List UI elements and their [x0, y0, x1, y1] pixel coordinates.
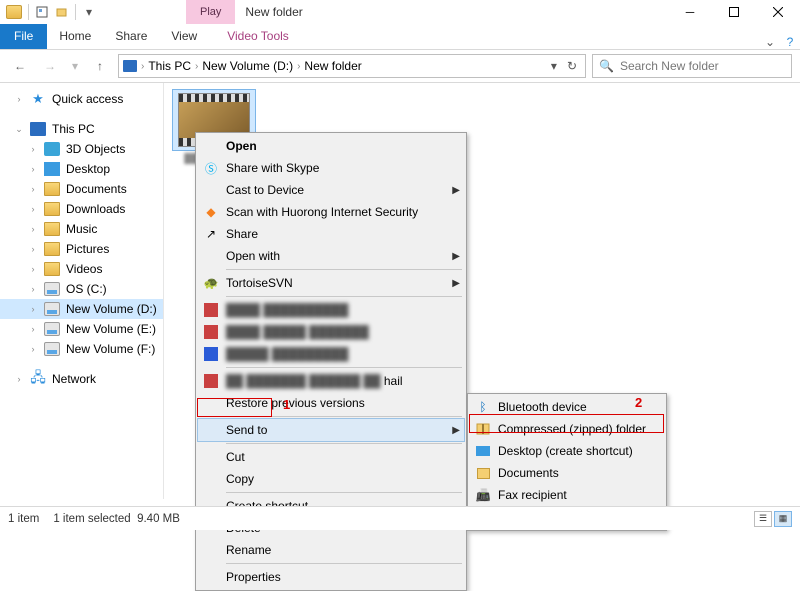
- close-button[interactable]: [756, 0, 800, 24]
- pc-icon: [123, 60, 137, 72]
- folder-icon: [6, 5, 22, 19]
- search-icon: 🔍: [599, 59, 614, 73]
- tab-home[interactable]: Home: [47, 23, 103, 49]
- address-bar[interactable]: › This PC› New Volume (D:)› New folder ▾…: [118, 54, 586, 78]
- sidebar-item-videos[interactable]: ›Videos: [0, 259, 163, 279]
- view-large-icons-button[interactable]: ▦: [774, 511, 792, 527]
- window-title: New folder: [245, 5, 302, 19]
- sidebar-item-volume-d[interactable]: ›New Volume (D:): [0, 299, 163, 319]
- ribbon: File Home Share View Video Tools ⌄ ?: [0, 24, 800, 50]
- sidebar-item-pictures[interactable]: ›Pictures: [0, 239, 163, 259]
- drive-icon: [44, 322, 60, 336]
- contextual-tab-play[interactable]: Play: [186, 0, 235, 24]
- sidebar-item-os-c[interactable]: ›OS (C:): [0, 279, 163, 299]
- drive-icon: [44, 342, 60, 356]
- tab-share[interactable]: Share: [103, 23, 159, 49]
- network-icon: 🖧: [30, 372, 46, 386]
- ctx-cast[interactable]: Cast to Device▶: [198, 179, 464, 201]
- title-bar: ▾ Play New folder ─: [0, 0, 800, 24]
- folder-icon: [44, 262, 60, 276]
- ctx-copy[interactable]: Copy: [198, 468, 464, 490]
- sidebar-item-volume-e[interactable]: ›New Volume (E:): [0, 319, 163, 339]
- shield-icon: ◆: [203, 204, 219, 220]
- ctx-huorong[interactable]: ◆Scan with Huorong Internet Security: [198, 201, 464, 223]
- sendto-fax[interactable]: 📠Fax recipient: [470, 484, 664, 506]
- ctx-share-skype[interactable]: ⓈShare with Skype: [198, 157, 464, 179]
- sidebar-item-music[interactable]: ›Music: [0, 219, 163, 239]
- sendto-desktop[interactable]: Desktop (create shortcut): [470, 440, 664, 462]
- sidebar-item-desktop[interactable]: ›Desktop: [0, 159, 163, 179]
- qat-dropdown-icon[interactable]: ▾: [82, 5, 96, 19]
- search-placeholder: Search New folder: [620, 59, 719, 73]
- sidebar-item-volume-f[interactable]: ›New Volume (F:): [0, 339, 163, 359]
- desktop-icon: [44, 162, 60, 176]
- ctx-blurred-3[interactable]: █████ █████████: [198, 343, 464, 365]
- ribbon-expand-icon[interactable]: ⌄: [760, 35, 780, 49]
- file-tab[interactable]: File: [0, 23, 47, 49]
- annotation-box-1: [197, 398, 272, 417]
- drive-icon: [44, 302, 60, 316]
- ctx-tortoise[interactable]: 🐢TortoiseSVN▶: [198, 272, 464, 294]
- ctx-properties[interactable]: Properties: [198, 566, 464, 588]
- forward-button[interactable]: →: [38, 54, 62, 78]
- ctx-send-to[interactable]: Send to▶: [198, 419, 464, 441]
- new-folder-icon[interactable]: [55, 5, 69, 19]
- dropdown-icon[interactable]: ▾: [547, 59, 561, 73]
- pc-icon: [30, 122, 46, 136]
- sidebar-item-quick-access[interactable]: ›★Quick access: [0, 89, 163, 109]
- tortoise-icon: 🐢: [203, 275, 219, 291]
- sidebar-item-3d-objects[interactable]: ›3D Objects: [0, 139, 163, 159]
- tab-view[interactable]: View: [159, 23, 209, 49]
- help-icon[interactable]: ?: [780, 35, 800, 49]
- maximize-button[interactable]: [712, 0, 756, 24]
- star-icon: ★: [30, 92, 46, 106]
- status-count: 1 item: [8, 513, 39, 525]
- sidebar-item-this-pc[interactable]: ⌄This PC: [0, 119, 163, 139]
- sidebar-item-downloads[interactable]: ›Downloads: [0, 199, 163, 219]
- sidebar-item-network[interactable]: ›🖧Network: [0, 369, 163, 389]
- skype-icon: Ⓢ: [203, 160, 219, 176]
- tab-video-tools[interactable]: Video Tools: [215, 23, 301, 49]
- up-button[interactable]: ↑: [88, 54, 112, 78]
- crumb-volume-d[interactable]: New Volume (D:)›: [202, 59, 300, 73]
- address-row: ← → ▾ ↑ › This PC› New Volume (D:)› New …: [0, 50, 800, 82]
- properties-icon[interactable]: [35, 5, 49, 19]
- ctx-open[interactable]: Open: [198, 135, 464, 157]
- ctx-cut[interactable]: Cut: [198, 446, 464, 468]
- sendto-documents[interactable]: Documents: [470, 462, 664, 484]
- folder-icon: [44, 202, 60, 216]
- annotation-label-1: 1: [283, 397, 290, 412]
- folder-icon: [44, 222, 60, 236]
- annotation-label-2: 2: [635, 395, 642, 410]
- ctx-share[interactable]: ↗Share: [198, 223, 464, 245]
- desktop-icon: [476, 446, 490, 456]
- crumb-new-folder[interactable]: New folder: [304, 59, 361, 73]
- status-bar: 1 item 1 item selected 9.40 MB ☰ ▦: [0, 506, 800, 530]
- navigation-pane: ›★Quick access ⌄This PC ›3D Objects ›Des…: [0, 83, 164, 499]
- share-icon: ↗: [203, 226, 219, 242]
- search-input[interactable]: 🔍 Search New folder: [592, 54, 792, 78]
- status-selected: 1 item selected 9.40 MB: [53, 513, 180, 525]
- folder-icon: [44, 182, 60, 196]
- minimize-button[interactable]: ─: [668, 0, 712, 24]
- ctx-rename[interactable]: Rename: [198, 539, 464, 561]
- fax-icon: 📠: [475, 487, 491, 503]
- annotation-box-2: [469, 414, 664, 433]
- ctx-blurred-4[interactable]: ██ ███████ ██████ ██ hail: [198, 370, 464, 392]
- documents-icon: [477, 468, 490, 479]
- ctx-open-with[interactable]: Open with▶: [198, 245, 464, 267]
- bluetooth-icon: ᛒ: [475, 399, 491, 415]
- ctx-blurred-2[interactable]: ████ █████ ███████: [198, 321, 464, 343]
- recent-dropdown[interactable]: ▾: [68, 54, 82, 78]
- folder-icon: [44, 242, 60, 256]
- refresh-icon[interactable]: ↻: [563, 59, 581, 73]
- crumb-this-pc[interactable]: This PC›: [148, 59, 198, 73]
- back-button[interactable]: ←: [8, 54, 32, 78]
- ctx-blurred-1[interactable]: ████ ██████████: [198, 299, 464, 321]
- view-details-button[interactable]: ☰: [754, 511, 772, 527]
- drive-icon: [44, 282, 60, 296]
- sidebar-item-documents[interactable]: ›Documents: [0, 179, 163, 199]
- objects-icon: [44, 142, 60, 156]
